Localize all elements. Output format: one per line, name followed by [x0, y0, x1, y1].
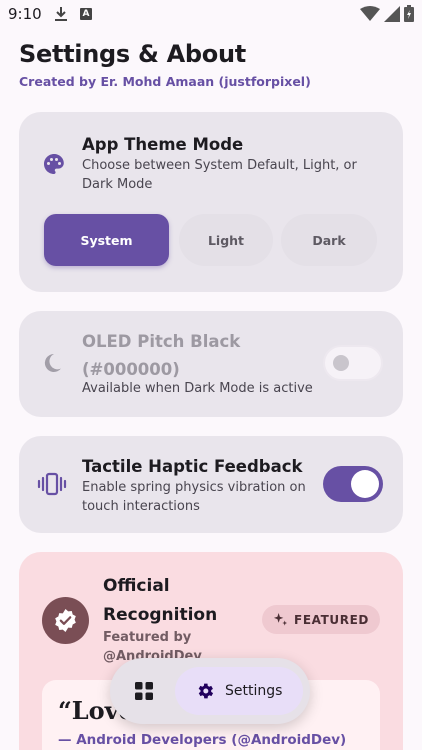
- moon-icon: [44, 353, 61, 372]
- sparkle-icon: [273, 612, 288, 626]
- download-icon: [55, 7, 67, 21]
- grid-icon[interactable]: [134, 681, 154, 701]
- oled-black-toggle[interactable]: [323, 345, 383, 381]
- page-title: Settings & About: [19, 40, 246, 68]
- page-subtitle: Created by Er. Mohd Amaan (justforpixel): [19, 74, 311, 89]
- featured-chip-label: FEATURED: [294, 612, 369, 627]
- palette-icon: [44, 154, 64, 174]
- signal-icon: [384, 6, 400, 22]
- theme-mode-title: App Theme Mode: [82, 135, 244, 154]
- nav-settings-label: Settings: [225, 683, 283, 699]
- bottom-navigation: Settings: [110, 658, 310, 724]
- theme-option-dark[interactable]: Dark: [281, 214, 377, 266]
- nav-settings-button[interactable]: Settings: [175, 667, 303, 715]
- haptic-feedback-card: Tactile Haptic Feedback Enable spring ph…: [19, 436, 403, 533]
- verified-icon: [55, 609, 76, 632]
- status-time: 9:10: [8, 5, 42, 23]
- oled-black-card: OLED Pitch Black (#000000) Available whe…: [19, 311, 403, 417]
- verified-badge: [42, 597, 89, 644]
- recognition-title: Official Recognition: [103, 576, 218, 625]
- toggle-knob: [333, 355, 349, 371]
- haptic-feedback-toggle[interactable]: [323, 466, 383, 502]
- haptic-feedback-title: Tactile Haptic Feedback: [82, 457, 303, 476]
- quote-attribution[interactable]: — Android Developers (@AndroidDev): [58, 732, 346, 748]
- featured-chip: FEATURED: [262, 605, 380, 634]
- oled-black-title: OLED Pitch Black (#000000): [82, 332, 241, 379]
- oled-black-description: Available when Dark Mode is active: [82, 381, 313, 396]
- toggle-knob: [351, 470, 379, 498]
- vibration-icon: [37, 472, 67, 496]
- battery-icon: [404, 5, 414, 22]
- theme-mode-description: Choose between System Default, Light, or…: [82, 158, 357, 192]
- gear-icon: [198, 683, 214, 699]
- status-bar: 9:10 A: [0, 0, 422, 30]
- theme-option-system[interactable]: System: [44, 214, 169, 266]
- theme-option-light[interactable]: Light: [179, 214, 273, 266]
- haptic-feedback-description: Enable spring physics vibration on touch…: [82, 480, 306, 514]
- wifi-icon: [360, 6, 380, 21]
- theme-mode-card: App Theme Mode Choose between System Def…: [19, 112, 403, 292]
- a-badge-icon: A: [80, 8, 92, 20]
